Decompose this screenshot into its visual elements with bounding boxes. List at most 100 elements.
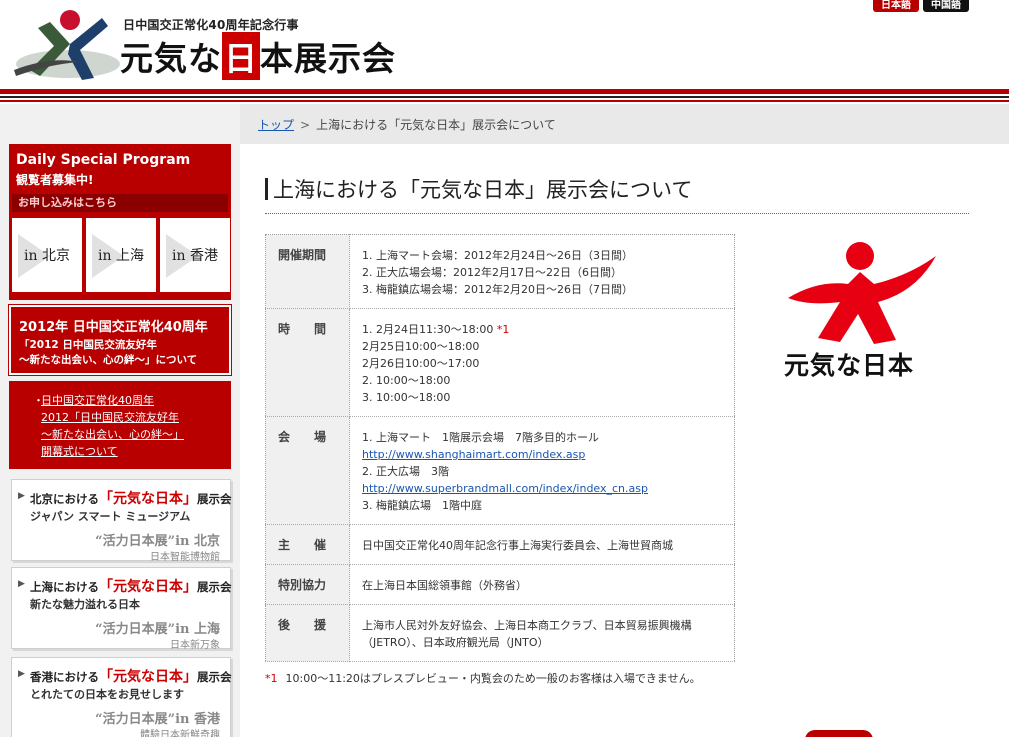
value-line: 2. 正大広場会場：2012年2月17日～22日（6日間）	[362, 266, 622, 279]
opening-line: 2012「日中国民交流友好年	[41, 411, 179, 424]
table-row: 開催期間 1. 上海マート会場：2012年2月24日～26日（3日間） 2. 正…	[265, 234, 735, 309]
row-label-time: 時 間	[265, 308, 350, 417]
genki-japan-logo-text: 元気な日本	[784, 351, 915, 380]
city-label: in 上海	[98, 248, 144, 264]
site-title-pre: 元気な	[120, 39, 222, 78]
value-line: 3. 梅龍鎮広場 1階中庭	[362, 499, 482, 512]
header-stripe-red	[0, 89, 1009, 94]
expo-title-post: 展示会	[197, 492, 232, 506]
friendship-year-banner[interactable]: 2012年 日中国交正常化40周年 「2012 日中国民交流友好年 ～新たな出会…	[8, 304, 232, 376]
lang-chinese-button[interactable]: 中国語	[923, 0, 969, 12]
note-marker: *1	[496, 323, 510, 336]
expo-title-red: 「元気な日本」	[99, 491, 197, 507]
daily-program-subtitle: 観覧者募集中!	[16, 173, 94, 187]
row-label-venue: 会 場	[265, 416, 350, 525]
shanghaimart-link[interactable]: http://www.shanghaimart.com/index.asp	[362, 448, 585, 461]
city-button-hongkong[interactable]: in 香港	[160, 218, 230, 292]
city-label: in 香港	[172, 248, 218, 264]
row-value-time: 1. 2月24日11:30～18:00 *1 2月25日10:00～18:00 …	[349, 308, 735, 417]
value-line: 日中国交正常化40周年記念行事上海実行委員会、上海世貿商城	[362, 539, 673, 552]
footnote: *1 10:00～11:20はプレスプレビュー・内覧会のため一般のお客様は入場でき…	[265, 670, 701, 686]
row-value-cooperation: 在上海日本国総領事館（外務省）	[349, 564, 735, 605]
expo-title-post: 展示会	[197, 580, 232, 594]
expo-subtitle: ジャパン スマート ミュージアム	[30, 510, 191, 523]
table-row: 後 援 上海市人民対外友好協会、上海日本商工クラブ、日本貿易振興機構 （JETR…	[265, 604, 735, 662]
row-label-cooperation: 特別協力	[265, 564, 350, 605]
expo-title: 香港における「元気な日本」展示会	[30, 666, 232, 686]
value-line: （JETRO）、日本政府観光局（JNTO）	[362, 636, 549, 649]
event-info-table: 開催期間 1. 上海マート会場：2012年2月24日～26日（3日間） 2. 正…	[265, 234, 735, 662]
value-line: 在上海日本国総領事館（外務省）	[362, 579, 527, 592]
value-line: 3. 梅龍鎮広場会場：2012年2月20日～26日（7日間）	[362, 283, 633, 296]
value-line: 上海市人民対外友好協会、上海日本商工クラブ、日本貿易振興機構	[362, 619, 692, 632]
daily-special-program-banner: Daily Special Program 観覧者募集中! お申し込みはこちら …	[9, 144, 231, 300]
expo-title-pre: 北京における	[30, 492, 99, 506]
triangle-right-icon: ▶	[18, 669, 25, 679]
apply-link[interactable]: お申し込みはこちら	[12, 194, 228, 212]
table-row: 特別協力 在上海日本国総領事館（外務省）	[265, 564, 735, 605]
expo-title-pre: 上海における	[30, 580, 99, 594]
decorative-tab	[805, 730, 873, 737]
row-value-support: 上海市人民対外友好協会、上海日本商工クラブ、日本貿易振興機構 （JETRO）、日…	[349, 604, 735, 662]
row-value-organizer: 日中国交正常化40周年記念行事上海実行委員会、上海世貿商城	[349, 524, 735, 565]
value-line-text: 1. 2月24日11:30～18:00	[362, 323, 494, 336]
header-subtitle: 日中国交正常化40周年記念行事	[123, 18, 299, 32]
expo-cn-title: “活力日本展”in 北京	[95, 534, 220, 549]
expo-title-red: 「元気な日本」	[99, 579, 197, 595]
opening-ceremony-block: ・ 日中国交正常化40周年 2012「日中国民交流友好年 ～新たな出会い、心の絆…	[9, 381, 231, 469]
site-title-highlight: 日	[222, 32, 260, 80]
header-stripe-black	[0, 96, 1009, 98]
city-button-shanghai[interactable]: in 上海	[86, 218, 156, 292]
opening-line: ～新たな出会い、心の絆～」	[41, 428, 184, 441]
language-switch: 日本語 中国語	[873, 0, 969, 12]
row-label-organizer: 主 催	[265, 524, 350, 565]
daily-program-title: Daily Special Program	[16, 152, 191, 168]
footnote-text: 10:00～11:20はプレスプレビュー・内覧会のため一般のお客様は入場できませ…	[285, 672, 701, 685]
opening-line: 日中国交正常化40周年	[41, 394, 154, 407]
expo-banner-beijing[interactable]: ▶ 北京における「元気な日本」展示会 ジャパン スマート ミュージアム “活力日…	[11, 479, 232, 563]
expo-cn-title: “活力日本展”in 香港	[95, 712, 220, 727]
expo-banner-shanghai[interactable]: ▶ 上海における「元気な日本」展示会 新たな魅力溢れる日本 “活力日本展”in …	[11, 567, 232, 651]
expo-cn-subtitle: 日本智能博物館	[150, 552, 220, 563]
value-line: 1. 上海マート会場：2012年2月24日～26日（3日間）	[362, 249, 633, 262]
breadcrumb-home-link[interactable]: トップ	[258, 118, 294, 132]
breadcrumb-separator: >	[300, 118, 311, 132]
expo-banner-hongkong[interactable]: ▶ 香港における「元気な日本」展示会 とれたての日本をお見せします “活力日本展…	[11, 657, 232, 737]
row-value-venue: 1. 上海マート 1階展示会場 7階多目的ホール http://www.shan…	[349, 416, 735, 525]
friendship-year-line3: ～新たな出会い、心の絆～」について	[19, 354, 198, 366]
table-row: 会 場 1. 上海マート 1階展示会場 7階多目的ホール http://www.…	[265, 416, 735, 525]
value-line: 3. 10:00～18:00	[362, 391, 451, 404]
city-buttons: in 北京 in 上海 in 香港	[12, 218, 230, 292]
value-line: 2月25日10:00～18:00	[362, 340, 480, 353]
expo-title: 上海における「元気な日本」展示会	[30, 576, 232, 596]
expo-subtitle: とれたての日本をお見せします	[30, 688, 184, 701]
site-title[interactable]: 元気な日本展示会	[120, 32, 396, 80]
expo-cn-subtitle: 體驗日本新鮮奇趣	[140, 730, 220, 737]
superbrandmall-link[interactable]: http://www.superbrandmall.com/index/inde…	[362, 482, 648, 495]
triangle-right-icon: ▶	[18, 579, 25, 589]
row-label-period: 開催期間	[265, 234, 350, 309]
expo-cn-subtitle: 日本新万象	[170, 640, 220, 651]
friendship-year-line2: 「2012 日中国民交流友好年	[19, 339, 157, 351]
row-label-support: 後 援	[265, 604, 350, 662]
genki-figure-icon[interactable]	[10, 4, 120, 84]
table-row: 主 催 日中国交正常化40周年記念行事上海実行委員会、上海世貿商城	[265, 524, 735, 565]
city-button-beijing[interactable]: in 北京	[12, 218, 82, 292]
expo-title-red: 「元気な日本」	[99, 669, 197, 685]
friendship-year-line1: 2012年 日中国交正常化40周年	[19, 320, 208, 335]
header-stripe-red-thin	[0, 100, 1009, 102]
opening-ceremony-link[interactable]: 日中国交正常化40周年 2012「日中国民交流友好年 ～新たな出会い、心の絆～」…	[41, 392, 184, 460]
value-line: 2. 正大広場 3階	[362, 465, 449, 478]
lang-japanese-button[interactable]: 日本語	[873, 0, 919, 12]
triangle-right-icon: ▶	[18, 491, 25, 501]
value-line: 1. 上海マート 1階展示会場 7階多目的ホール	[362, 431, 599, 444]
value-line: 2. 10:00～18:00	[362, 374, 451, 387]
expo-title-post: 展示会	[197, 670, 232, 684]
opening-line: 開幕式について	[41, 445, 118, 458]
page-title: 上海における「元気な日本」展示会について	[265, 174, 969, 214]
row-value-period: 1. 上海マート会場：2012年2月24日～26日（3日間） 2. 正大広場会場…	[349, 234, 735, 309]
expo-subtitle: 新たな魅力溢れる日本	[30, 598, 140, 611]
city-label: in 北京	[24, 248, 70, 264]
footnote-marker: *1	[265, 672, 278, 685]
table-row: 時 間 1. 2月24日11:30～18:00 *1 2月25日10:00～18…	[265, 308, 735, 417]
